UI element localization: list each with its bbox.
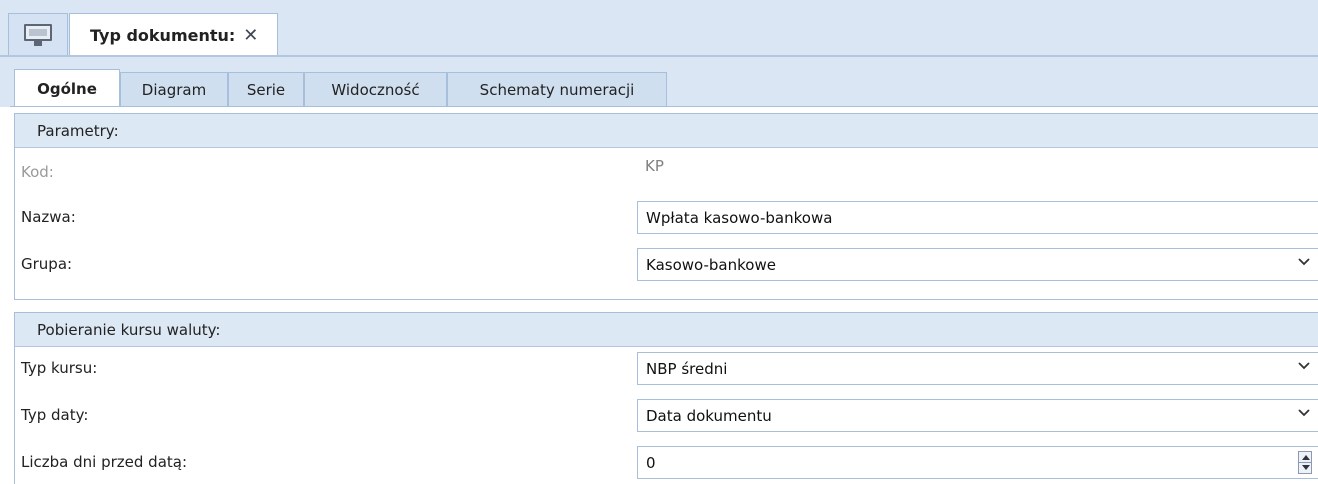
liczba-dni-label: Liczba dni przed datą: — [21, 453, 188, 471]
close-icon[interactable]: ✕ — [243, 26, 258, 45]
spinner-icon[interactable] — [1298, 451, 1312, 474]
kurs-group: Pobieranie kursu waluty: Typ kursu: NBP … — [14, 312, 1318, 484]
liczba-dni-row: Liczba dni przed datą: 0 — [15, 442, 1318, 482]
grupa-value: Kasowo-bankowe — [646, 255, 776, 274]
liczba-dni-value: 0 — [646, 453, 656, 472]
chevron-down-icon[interactable] — [1298, 407, 1310, 419]
typ-kursu-label: Typ kursu: — [21, 359, 98, 377]
parametry-header: Parametry: — [15, 114, 1318, 148]
nazwa-row: Nazwa: Wpłata kasowo-bankowa — [15, 197, 1318, 237]
grupa-select[interactable]: Kasowo-bankowe — [637, 248, 1318, 281]
typ-kursu-row: Typ kursu: NBP średni — [15, 348, 1318, 388]
nazwa-label: Nazwa: — [21, 208, 76, 226]
kod-field: KP — [637, 149, 1318, 193]
chevron-down-icon[interactable] — [1298, 360, 1310, 372]
liczba-dni-stepper[interactable]: 0 — [637, 446, 1318, 479]
tab-diagram[interactable]: Diagram — [120, 72, 228, 107]
tab-serie[interactable]: Serie — [228, 72, 304, 107]
parametry-group: Parametry: Kod: KP Nazwa: Wpłata kasowo-… — [14, 113, 1318, 300]
tab-schematy-numeracji[interactable]: Schematy numeracji — [447, 72, 667, 107]
typ-kursu-select[interactable]: NBP średni — [637, 352, 1318, 385]
document-tab[interactable]: Typ dokumentu: ✕ — [69, 13, 278, 57]
form-content: Parametry: Kod: KP Nazwa: Wpłata kasowo-… — [0, 107, 1318, 484]
typ-daty-value: Data dokumentu — [646, 406, 772, 425]
typ-daty-label: Typ daty: — [21, 406, 89, 424]
typ-kursu-value: NBP średni — [646, 359, 728, 378]
document-tab-strip: Typ dokumentu: ✕ — [0, 0, 1318, 57]
kod-row: Kod: KP — [15, 149, 1318, 195]
grupa-label: Grupa: — [21, 255, 73, 273]
home-button[interactable] — [8, 13, 68, 56]
kod-label: Kod: — [21, 163, 54, 181]
tab-bar: Ogólne Diagram Serie Widoczność Schematy… — [0, 57, 1318, 108]
tab-widocznosc[interactable]: Widoczność — [304, 72, 447, 107]
nazwa-input[interactable]: Wpłata kasowo-bankowa — [637, 201, 1318, 234]
typ-daty-row: Typ daty: Data dokumentu — [15, 395, 1318, 435]
kurs-header: Pobieranie kursu waluty: — [15, 313, 1318, 347]
chevron-down-icon[interactable] — [1298, 256, 1310, 268]
tab-ogolne[interactable]: Ogólne — [14, 69, 120, 108]
monitor-icon — [24, 24, 52, 46]
document-tab-title: Typ dokumentu: — [90, 26, 236, 45]
typ-daty-select[interactable]: Data dokumentu — [637, 399, 1318, 432]
grupa-row: Grupa: Kasowo-bankowe — [15, 244, 1318, 284]
